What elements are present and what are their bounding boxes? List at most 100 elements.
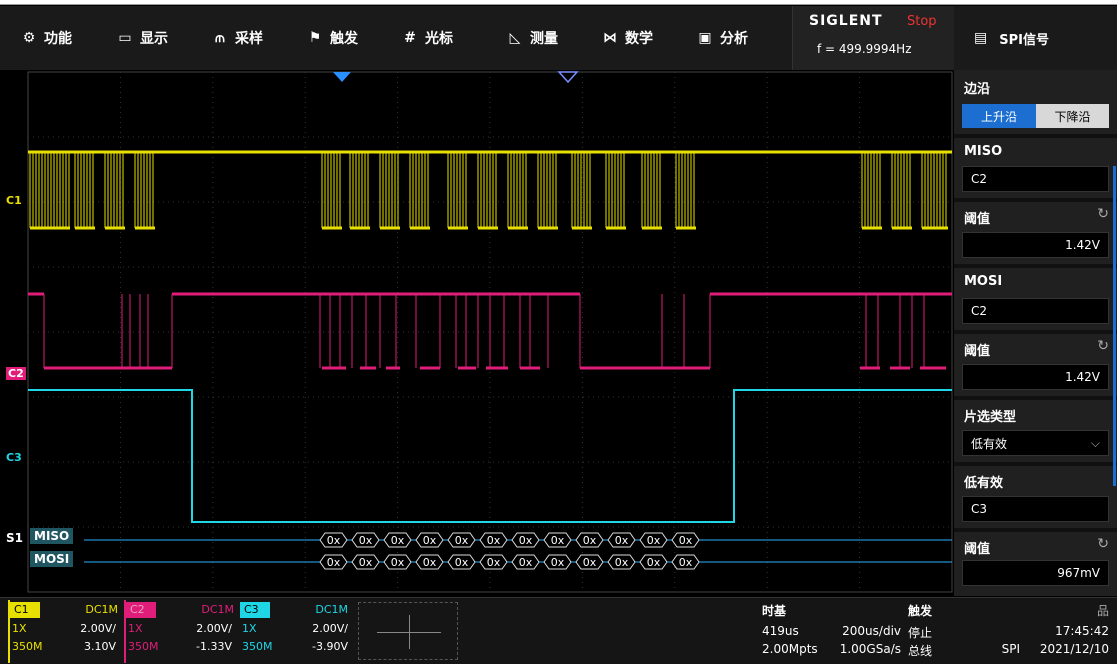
refresh-icon[interactable]: ↻ [1097, 206, 1109, 222]
menu-trigger[interactable]: ⚑ 触发 [286, 6, 381, 70]
cs-type-select[interactable]: 低有效 ⌵ [962, 430, 1109, 456]
divider [954, 198, 1117, 202]
panel-title: SPI信号 [999, 32, 1049, 48]
menu-measure[interactable]: ◺ 测量 [486, 6, 581, 70]
ch2-coupling: DC1M [201, 603, 234, 616]
trigger-state: 停止 [908, 626, 933, 640]
waveform-display[interactable]: 0x 0x 0x 0x 0x 0x 0x 0x 0x 0x 0x 0x 0x 0x 0x 0x 0x 0x 0x 0x… [0, 70, 954, 596]
ch1-probe: 1X [12, 622, 27, 635]
c3-marker[interactable]: C3 [6, 451, 22, 464]
measure-icon: ◺ [509, 30, 521, 46]
divider [954, 134, 1117, 138]
ch3-info[interactable]: C3 DC1M 1X 2.00V/ 350M -3.90V [240, 600, 352, 663]
trigger-label: 触发 [908, 604, 933, 618]
bus-id: S1 [6, 531, 23, 545]
decode-value: 0x [615, 556, 629, 569]
ch1-info[interactable]: C1 DC1M 1X 2.00V/ 350M 3.10V [8, 600, 120, 663]
decode-value: 0x [487, 534, 501, 547]
menu-analysis[interactable]: ▣ 分析 [676, 6, 792, 70]
decode-value: 0x [583, 556, 597, 569]
ch2-info[interactable]: C2 DC1M 1X 2.00V/ 350M -1.33V [124, 600, 236, 663]
cs-type-value: 低有效 [971, 436, 1008, 451]
menu-display[interactable]: ▭ 显示 [96, 6, 191, 70]
menu-function[interactable]: ⚙ 功能 [0, 6, 96, 70]
decode-value: 0x [327, 534, 341, 547]
miso-bus-label: MISO [30, 528, 74, 544]
display-icon: ▭ [118, 30, 132, 46]
mosi-bus-label: MOSI [30, 551, 74, 567]
decode-value: 0x [647, 556, 661, 569]
menu-trigger-label: 触发 [330, 31, 358, 47]
decode-value: 0x [359, 534, 373, 547]
miso-source-field[interactable]: C2 [962, 166, 1109, 192]
ch2-offset: -1.33V [196, 640, 232, 653]
refresh-icon[interactable]: ↻ [1097, 338, 1109, 354]
decode-value: 0x [679, 534, 693, 547]
trigger-frequency: f = 499.9994Hz [817, 42, 912, 56]
add-channel-box[interactable] [358, 602, 458, 660]
decode-value: 0x [327, 556, 341, 569]
refresh-icon[interactable]: ↻ [1097, 536, 1109, 552]
ch3-bandwidth: 350M [242, 640, 273, 653]
divider [954, 396, 1117, 400]
decode-value: 0x [455, 556, 469, 569]
menu-display-label: 显示 [140, 31, 168, 47]
menu-math-label: 数学 [625, 31, 653, 47]
sample-rate: 1.00GSa/s [839, 642, 901, 656]
divider [954, 462, 1117, 466]
menu-measure-label: 测量 [530, 31, 558, 47]
menu-acquire-label: 采样 [235, 31, 263, 47]
spi-settings-panel: ▤ SPI信号 边沿 上升沿 下降沿 MISO C2 阈值 ↻ 1.42V MO… [954, 6, 1117, 596]
clock-time: 17:45:42 [1055, 624, 1109, 638]
mosi-source-field[interactable]: C2 [962, 298, 1109, 324]
analysis-icon: ▣ [698, 30, 712, 46]
edge-label: 边沿 [964, 82, 991, 97]
ch1-bandwidth: 350M [12, 640, 43, 653]
panel-scrollbar[interactable] [1113, 166, 1116, 486]
cs-threshold-label: 阈值 [964, 542, 991, 557]
brand-status: SIGLENT Stop f = 499.9994Hz [792, 6, 954, 70]
mosi-label: MOSI [964, 274, 1003, 289]
ch1-coupling: DC1M [85, 603, 118, 616]
trigger-info[interactable]: 触发 停止 总线 SPI [906, 600, 1024, 663]
menu-bar: ⚙ 功能 ▭ 显示 ⫙ 采样 ⚑ 触发 # 光标 ◺ 测量 ⋈ 数学 ▣ 分析 SIGLENT … [0, 6, 954, 70]
document-icon: ▤ [974, 30, 988, 46]
decode-value: 0x [583, 534, 597, 547]
miso-threshold-label: 阈值 [964, 212, 991, 227]
math-icon: ⋈ [603, 30, 617, 46]
cs-type-label: 片选类型 [964, 410, 1017, 425]
miso-label: MISO [964, 144, 1003, 159]
clock-date: 2021/12/10 [1039, 642, 1109, 656]
c1-marker[interactable]: C1 [6, 194, 22, 207]
ch3-offset: -3.90V [312, 640, 348, 653]
c2-marker[interactable]: C2 [6, 367, 26, 380]
divider [954, 528, 1117, 532]
decode-value: 0x [679, 556, 693, 569]
menu-math[interactable]: ⋈ 数学 [581, 6, 676, 70]
chevron-down-icon: ⌵ [1090, 435, 1100, 450]
ch2-scale: 2.00V/ [196, 622, 232, 635]
decode-value: 0x [391, 556, 405, 569]
decode-value: 0x [423, 534, 437, 547]
mosi-threshold-label: 阈值 [964, 344, 991, 359]
menu-cursor[interactable]: # 光标 [381, 6, 486, 70]
menu-cursor-label: 光标 [425, 31, 453, 47]
cursor-icon: # [404, 30, 416, 46]
run-stop-status[interactable]: Stop [907, 14, 937, 29]
ch3-scale: 2.00V/ [312, 622, 348, 635]
timebase-info[interactable]: 时基 419us 200us/div 2.00Mpts 1.00GSa/s [760, 600, 905, 663]
ch2-tag: C2 [126, 602, 156, 618]
menu-acquire[interactable]: ⫙ 采样 [191, 6, 286, 70]
cs-threshold-field[interactable]: 967mV [962, 560, 1109, 586]
status-bar: C1 DC1M 1X 2.00V/ 350M 3.10V C2 DC1M 1X 2.… [0, 597, 1117, 664]
mosi-threshold-field[interactable]: 1.42V [962, 364, 1109, 390]
menu-analysis-label: 分析 [720, 31, 748, 47]
decode-value: 0x [551, 534, 565, 547]
miso-threshold-field[interactable]: 1.42V [962, 232, 1109, 258]
edge-falling-button[interactable]: 下降沿 [1036, 104, 1109, 128]
edge-rising-button[interactable]: 上升沿 [962, 104, 1036, 128]
cs-source-field[interactable]: C3 [962, 496, 1109, 522]
cs-label: 低有效 [964, 476, 1004, 491]
decode-value: 0x [615, 534, 629, 547]
decode-value: 0x [551, 556, 565, 569]
